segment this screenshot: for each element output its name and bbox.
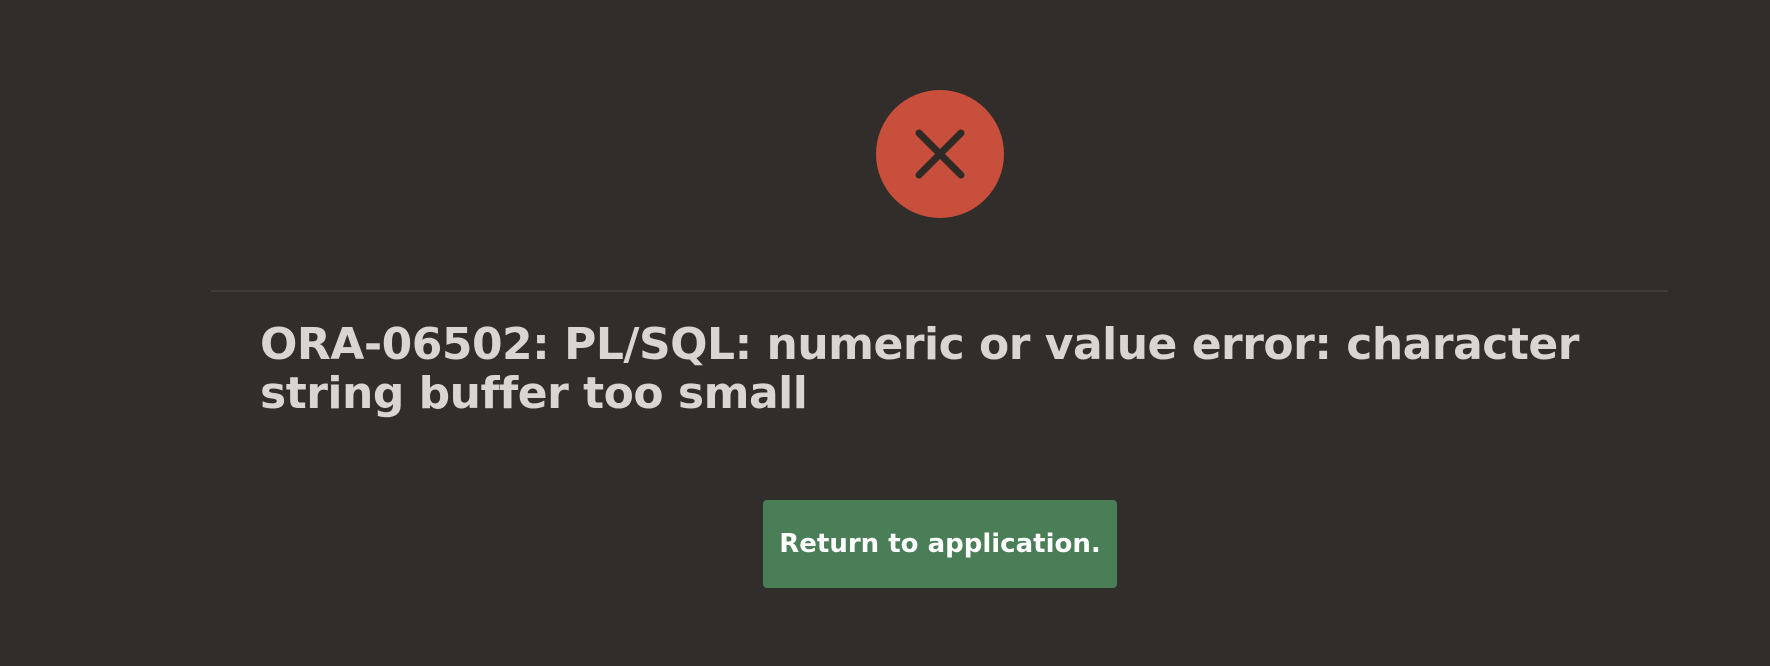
- error-close-icon: [876, 90, 1004, 218]
- close-icon: [915, 129, 965, 179]
- divider: [211, 290, 1668, 292]
- error-message: ORA-06502: PL/SQL: numeric or value erro…: [260, 319, 1579, 419]
- return-to-application-button[interactable]: Return to application.: [763, 500, 1117, 588]
- error-page: ORA-06502: PL/SQL: numeric or value erro…: [0, 0, 1770, 666]
